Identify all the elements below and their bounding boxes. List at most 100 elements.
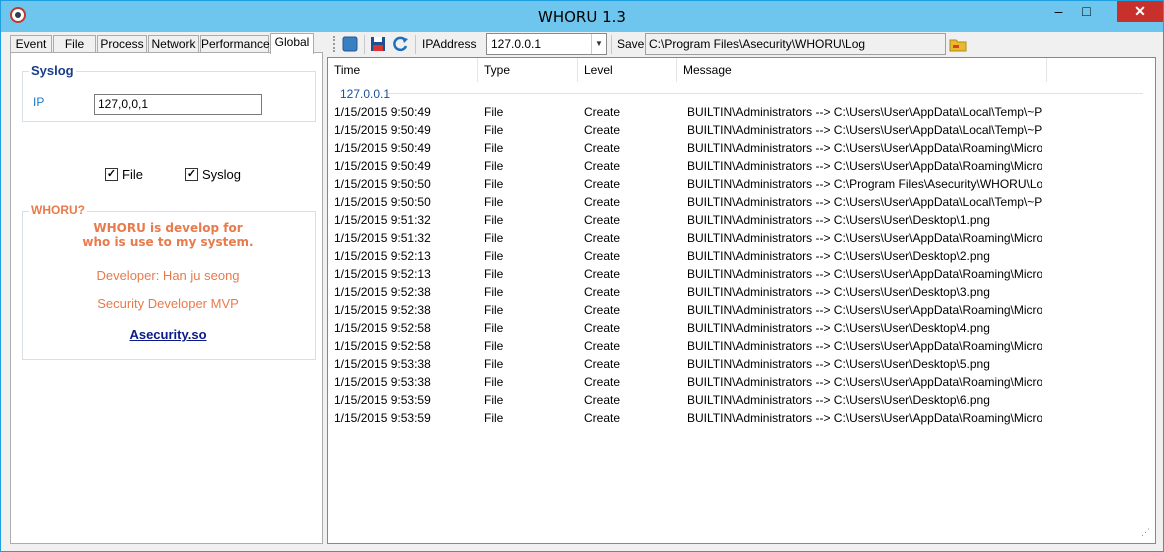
toolbar-separator [611,35,612,54]
cell-level: Create [584,231,621,245]
cell-time: 1/15/2015 9:50:49 [334,141,431,155]
cell-level: Create [584,195,621,209]
cell-level: Create [584,285,621,299]
cell-time: 1/15/2015 9:52:38 [334,303,431,317]
toolbar-grip[interactable] [333,36,337,52]
tab-global[interactable]: Global [270,33,314,54]
about-line-1: WHORU is develop for [93,221,243,235]
cell-time: 1/15/2015 9:50:49 [334,105,431,119]
cell-level: Create [584,339,621,353]
cell-level: Create [584,177,621,191]
cell-message: BUILTIN\Administrators --> C:\Users\User… [687,285,990,299]
cell-type: File [484,375,504,389]
minimize-button[interactable]: – [1045,1,1072,22]
main-frame: Event File Process Network Performance G… [8,32,1158,546]
table-row[interactable]: 1/15/2015 9:53:59 File Create BUILTIN\Admin… [328,409,1155,427]
cell-time: 1/15/2015 9:50:50 [334,195,431,209]
cell-level: Create [584,213,621,227]
cell-message: BUILTIN\Administrators --> C:\Users\User… [687,195,1042,209]
save-path-field[interactable]: C:\Program Files\Asecurity\WHORU\Log [645,33,946,55]
cell-type: File [484,303,504,317]
table-row[interactable]: 1/15/2015 9:52:13 File Create BUILTIN\Admin… [328,265,1155,283]
browse-folder-button[interactable] [949,35,967,53]
cell-message: BUILTIN\Administrators --> C:\Users\User… [687,141,1042,155]
refresh-icon [393,36,408,52]
cell-level: Create [584,105,621,119]
syslog-ip-input[interactable]: 127,0,0,1 [94,94,262,115]
tab-network[interactable]: Network [148,35,199,53]
tab-file[interactable]: File [53,35,96,53]
table-row[interactable]: 1/15/2015 9:53:38 File Create BUILTIN\Admin… [328,355,1155,373]
cell-time: 1/15/2015 9:53:38 [334,375,431,389]
title-bar[interactable]: WHORU 1.3 – □ ✕ [1,1,1163,32]
cell-level: Create [584,123,621,137]
column-header-type[interactable]: Type [478,58,578,82]
table-row[interactable]: 1/15/2015 9:50:50 File Create BUILTIN\Admin… [328,193,1155,211]
cell-type: File [484,393,504,407]
table-row[interactable]: 1/15/2015 9:50:49 File Create BUILTIN\Admin… [328,121,1155,139]
toolbar-separator [415,35,416,54]
cell-message: BUILTIN\Administrators --> C:\Users\User… [687,267,1042,281]
table-row[interactable]: 1/15/2015 9:52:13 File Create BUILTIN\Admin… [328,247,1155,265]
list-group-header[interactable]: 127.0.0.1 [340,87,390,101]
table-row[interactable]: 1/15/2015 9:53:38 File Create BUILTIN\Admin… [328,373,1155,391]
table-row[interactable]: 1/15/2015 9:52:58 File Create BUILTIN\Admin… [328,337,1155,355]
table-row[interactable]: 1/15/2015 9:52:38 File Create BUILTIN\Admin… [328,283,1155,301]
tab-performance[interactable]: Performance [200,35,270,53]
table-row[interactable]: 1/15/2015 9:51:32 File Create BUILTIN\Admin… [328,229,1155,247]
table-row[interactable]: 1/15/2015 9:50:49 File Create BUILTIN\Admin… [328,103,1155,121]
column-header-time[interactable]: Time [328,58,478,82]
cell-type: File [484,177,504,191]
table-row[interactable]: 1/15/2015 9:52:58 File Create BUILTIN\Admin… [328,319,1155,337]
cell-message: BUILTIN\Administrators --> C:\Users\User… [687,375,1042,389]
maximize-button[interactable]: □ [1073,1,1100,22]
cell-type: File [484,411,504,425]
cell-message: BUILTIN\Administrators --> C:\Users\User… [687,213,990,227]
file-checkbox-box[interactable]: ✓ [105,168,118,181]
refresh-button[interactable] [392,35,410,53]
cell-message: BUILTIN\Administrators --> C:\Users\User… [687,123,1042,137]
resize-grip-icon[interactable]: ⋰ [1141,528,1153,541]
table-row[interactable]: 1/15/2015 9:51:32 File Create BUILTIN\Admin… [328,211,1155,229]
about-line-2: who is use to my system. [82,235,254,249]
chevron-down-icon[interactable]: ▼ [591,34,606,54]
tab-process[interactable]: Process [97,35,147,53]
column-header-message[interactable]: Message [677,58,1047,82]
toolbar: IPAddress 127.0.0.1 ▼ Save C:\Program Fi… [331,32,1158,57]
cell-level: Create [584,249,621,263]
cell-time: 1/15/2015 9:50:50 [334,177,431,191]
table-row[interactable]: 1/15/2015 9:50:49 File Create BUILTIN\Admin… [328,157,1155,175]
cell-type: File [484,249,504,263]
window-title: WHORU 1.3 [538,8,626,26]
whoru-about-group: WHORU? WHORU is develop for who is use t… [22,203,316,360]
cell-type: File [484,213,504,227]
cell-message: BUILTIN\Administrators --> C:\Program Fi… [687,177,1042,191]
column-header-level[interactable]: Level [578,58,677,82]
cell-message: BUILTIN\Administrators --> C:\Users\User… [687,159,1042,173]
cell-type: File [484,159,504,173]
syslog-checkbox-box[interactable]: ✓ [185,168,198,181]
table-row[interactable]: 1/15/2015 9:50:50 File Create BUILTIN\Admin… [328,175,1155,193]
table-row[interactable]: 1/15/2015 9:50:49 File Create BUILTIN\Admin… [328,139,1155,157]
cell-type: File [484,267,504,281]
cell-message: BUILTIN\Administrators --> C:\Users\User… [687,393,990,407]
cell-message: BUILTIN\Administrators --> C:\Users\User… [687,249,990,263]
cell-time: 1/15/2015 9:50:49 [334,123,431,137]
cell-message: BUILTIN\Administrators --> C:\Users\User… [687,321,990,335]
table-row[interactable]: 1/15/2015 9:52:38 File Create BUILTIN\Admin… [328,301,1155,319]
cell-level: Create [584,357,621,371]
asecurity-link[interactable]: Asecurity.so [23,327,313,342]
cell-level: Create [584,393,621,407]
close-button[interactable]: ✕ [1117,1,1163,22]
table-row[interactable]: 1/15/2015 9:53:59 File Create BUILTIN\Admin… [328,391,1155,409]
tab-event[interactable]: Event [10,35,52,53]
event-list-view[interactable]: Time Type Level Message 127.0.0.1 1/15/2… [327,57,1156,544]
cell-message: BUILTIN\Administrators --> C:\Users\User… [687,339,1042,353]
stop-button[interactable] [341,35,359,53]
cell-time: 1/15/2015 9:52:58 [334,339,431,353]
cell-time: 1/15/2015 9:50:49 [334,159,431,173]
cell-time: 1/15/2015 9:53:38 [334,357,431,371]
ipaddress-combo[interactable]: 127.0.0.1 ▼ [486,33,607,55]
save-log-button[interactable] [369,35,387,53]
cell-time: 1/15/2015 9:52:58 [334,321,431,335]
